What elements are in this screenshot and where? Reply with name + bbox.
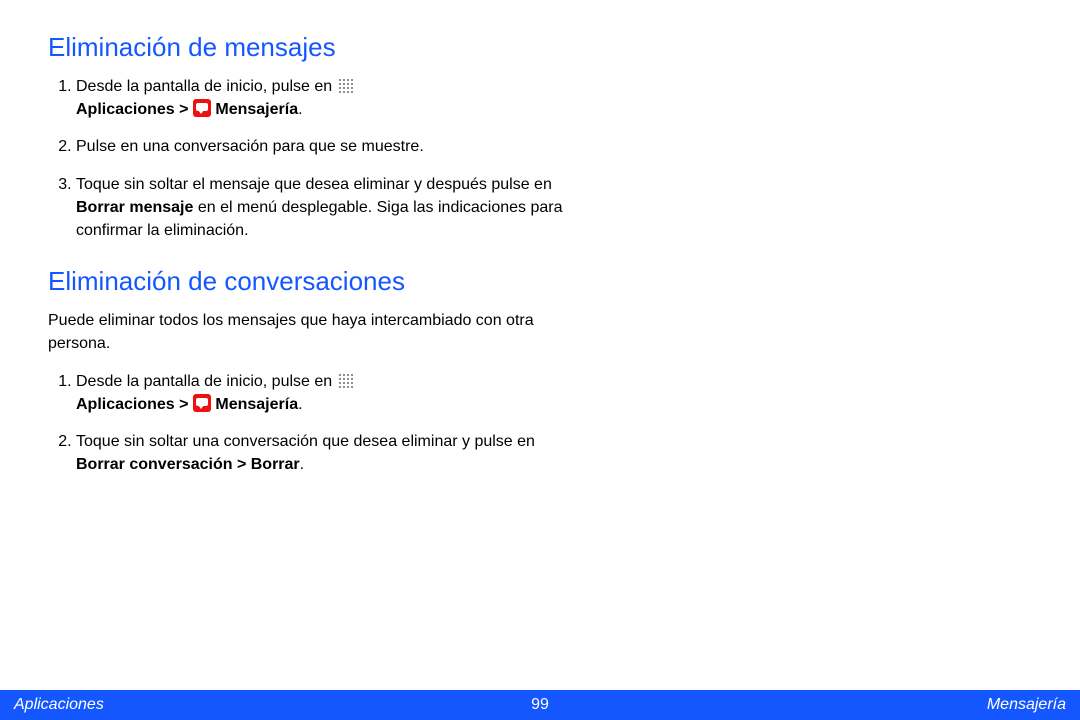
content-area: Eliminación de mensajes Desde la pantall…	[0, 0, 620, 476]
period: .	[298, 396, 302, 413]
document-page: Eliminación de mensajes Desde la pantall…	[0, 0, 1080, 720]
messaging-label: Mensajería	[211, 101, 298, 118]
apps-label: Aplicaciones >	[76, 101, 193, 118]
apps-grid-icon	[337, 77, 353, 93]
period: .	[300, 456, 304, 473]
messaging-icon	[193, 99, 211, 117]
bold-term: Borrar conversación > Borrar	[76, 456, 300, 473]
list-item: Desde la pantalla de inicio, pulse en Ap…	[76, 370, 572, 416]
list-item: Toque sin soltar una conversación que de…	[76, 430, 572, 476]
messaging-label: Mensajería	[211, 396, 298, 413]
step-text: Toque sin soltar una conversación que de…	[76, 433, 535, 450]
steps-list-1: Desde la pantalla de inicio, pulse en Ap…	[48, 75, 572, 242]
bold-term: Borrar mensaje	[76, 199, 193, 216]
list-item: Toque sin soltar el mensaje que desea el…	[76, 173, 572, 243]
page-footer: Aplicaciones 99 Mensajería	[0, 690, 1080, 720]
list-item: Pulse en una conversación para que se mu…	[76, 135, 572, 158]
step-text: Pulse en una conversación para que se mu…	[76, 138, 424, 155]
step-text: Desde la pantalla de inicio, pulse en	[76, 373, 337, 390]
apps-label: Aplicaciones >	[76, 396, 193, 413]
messaging-icon	[193, 394, 211, 412]
footer-right: Mensajería	[987, 696, 1066, 714]
step-text: Toque sin soltar el mensaje que desea el…	[76, 176, 552, 193]
section-heading-2: Eliminación de conversaciones	[48, 266, 572, 297]
step-text: Desde la pantalla de inicio, pulse en	[76, 78, 337, 95]
intro-paragraph: Puede eliminar todos los mensajes que ha…	[48, 309, 572, 355]
footer-left: Aplicaciones	[14, 696, 104, 714]
steps-list-2: Desde la pantalla de inicio, pulse en Ap…	[48, 370, 572, 477]
page-number: 99	[531, 696, 549, 714]
period: .	[298, 101, 302, 118]
list-item: Desde la pantalla de inicio, pulse en Ap…	[76, 75, 572, 121]
section-heading-1: Eliminación de mensajes	[48, 32, 572, 63]
apps-grid-icon	[337, 372, 353, 388]
